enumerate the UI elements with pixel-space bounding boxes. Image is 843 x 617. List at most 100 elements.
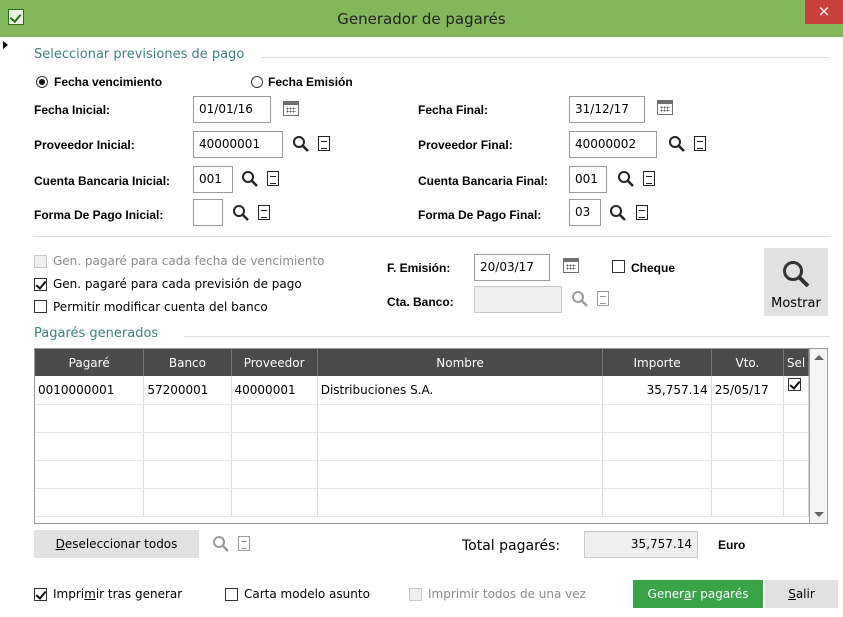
document-icon[interactable]	[643, 171, 655, 186]
document-icon[interactable]	[597, 291, 609, 306]
col-header-proveedor[interactable]: Proveedor	[231, 349, 318, 376]
radio-label-vencimiento[interactable]: Fecha vencimiento	[54, 75, 162, 89]
document-icon[interactable]	[258, 205, 270, 220]
section-title-previsiones: Seleccionar previsiones de pago	[34, 47, 245, 62]
radio-label-emision[interactable]: Fecha Emisión	[268, 75, 353, 89]
proveedor-inicial-field[interactable]: 40000001	[193, 131, 283, 158]
salir-button[interactable]: Salir	[765, 580, 838, 608]
table-row[interactable]: 0010000001 57200001 40000001 Distribucio…	[35, 376, 809, 405]
cuenta-final-field[interactable]: 001	[569, 166, 607, 193]
calendar-icon[interactable]	[563, 258, 579, 273]
col-header-vto[interactable]: Vto.	[711, 349, 785, 376]
label-cta-banco: Cta. Banco:	[387, 295, 454, 309]
col-header-banco[interactable]: Banco	[143, 349, 232, 376]
col-header-nombre[interactable]: Nombre	[317, 349, 604, 376]
imprimir-tras-label-post: ir tras generar	[95, 587, 183, 601]
imprimir-tras-label-pre: Impri	[53, 587, 85, 601]
section-divider	[184, 336, 830, 337]
col-header-pagare[interactable]: Pagaré	[35, 349, 145, 376]
cell-sel[interactable]	[783, 376, 809, 405]
generar-label-pre: Gener	[647, 587, 685, 601]
deseleccionar-label: eseleccionar todos	[64, 537, 178, 551]
search-icon[interactable]	[241, 170, 259, 188]
search-icon[interactable]	[292, 135, 310, 153]
forma-final-field[interactable]: 03	[569, 199, 601, 226]
cell-banco[interactable]: 57200001	[143, 376, 232, 405]
generar-pagares-button[interactable]: Generar pagarés	[633, 580, 763, 608]
imprimir-tras-mnemonic: m	[84, 587, 96, 601]
label-f-emision: F. Emisión:	[387, 261, 451, 275]
document-icon[interactable]	[267, 171, 279, 186]
search-icon[interactable]	[617, 170, 635, 188]
calendar-icon[interactable]	[657, 100, 673, 115]
label-cuenta-final: Cuenta Bancaria Final:	[418, 174, 549, 188]
col-header-importe[interactable]: Importe	[602, 349, 712, 376]
imprimir-todos-label[interactable]: Imprimir todos de una vez	[428, 587, 586, 601]
cell-importe[interactable]: 35,757.14	[602, 376, 712, 405]
cell-nombre[interactable]: Distribuciones S.A.	[317, 376, 604, 405]
proveedor-final-field[interactable]: 40000002	[569, 131, 657, 158]
imprimir-todos-checkbox[interactable]	[409, 588, 422, 601]
deseleccionar-todos-button[interactable]: Deseleccionar todos	[34, 530, 199, 558]
f-emision-field[interactable]: 20/03/17	[474, 254, 550, 281]
radio-fecha-emision[interactable]	[251, 76, 263, 88]
search-icon[interactable]	[668, 135, 686, 153]
radio-fecha-vencimiento[interactable]	[36, 76, 48, 88]
currency-label: Euro	[718, 538, 746, 552]
total-field: 35,757.14	[584, 531, 698, 558]
gen-fecha-label[interactable]: Gen. pagaré para cada fecha de vencimien…	[53, 254, 324, 268]
gen-fecha-checkbox[interactable]	[34, 255, 47, 268]
gen-prevision-checkbox[interactable]	[34, 278, 47, 291]
scroll-up-icon[interactable]	[814, 355, 824, 360]
label-cuenta-inicial: Cuenta Bancaria Inicial:	[34, 174, 171, 188]
section-title-pagares: Pagarés generados	[34, 326, 159, 341]
deseleccionar-mnemonic: D	[55, 537, 65, 551]
cheque-checkbox[interactable]	[612, 260, 625, 273]
mostrar-button[interactable]: Mostrar	[764, 248, 828, 316]
mostrar-label: Mostrar	[771, 296, 821, 311]
scroll-down-icon[interactable]	[814, 512, 824, 517]
label-proveedor-final: Proveedor Final:	[418, 138, 513, 152]
imprimir-tras-checkbox[interactable]	[34, 588, 47, 601]
pagares-table-container: Pagaré Banco Proveedor Nombre Importe Vt…	[34, 348, 810, 524]
cell-pagare[interactable]: 0010000001	[35, 376, 145, 405]
table-row[interactable]	[35, 404, 809, 433]
pagares-table: Pagaré Banco Proveedor Nombre Importe Vt…	[35, 349, 809, 517]
calendar-icon[interactable]	[283, 101, 299, 116]
cuenta-inicial-field[interactable]: 001	[193, 166, 233, 193]
permitir-label[interactable]: Permitir modificar cuenta del banco	[53, 300, 268, 314]
search-icon[interactable]	[609, 204, 627, 222]
document-icon[interactable]	[636, 205, 648, 220]
document-icon[interactable]	[694, 136, 706, 151]
gen-prevision-label[interactable]: Gen. pagaré para cada previsión de pago	[53, 277, 302, 291]
generar-label-post: r pagarés	[691, 587, 749, 601]
search-icon[interactable]	[232, 204, 250, 222]
sel-checkbox[interactable]	[788, 378, 802, 391]
label-forma-final: Forma De Pago Final:	[418, 208, 542, 222]
window-title: Generador de pagarés	[337, 10, 506, 28]
forma-inicial-field[interactable]	[193, 199, 223, 226]
label-proveedor-inicial: Proveedor Inicial:	[34, 138, 135, 152]
carta-checkbox[interactable]	[225, 588, 238, 601]
total-label: Total pagarés:	[462, 538, 561, 554]
cell-proveedor[interactable]: 40000001	[231, 376, 318, 405]
document-icon[interactable]	[318, 136, 330, 151]
cta-banco-field[interactable]	[474, 286, 562, 313]
search-icon[interactable]	[212, 535, 230, 553]
fecha-final-field[interactable]: 31/12/17	[569, 96, 645, 123]
permitir-checkbox[interactable]	[34, 300, 47, 313]
document-icon[interactable]	[238, 536, 250, 551]
imprimir-tras-label[interactable]: Imprimir tras generar	[53, 587, 182, 601]
table-scrollbar[interactable]	[810, 348, 828, 524]
fecha-inicial-field[interactable]: 01/01/16	[193, 96, 271, 123]
table-row[interactable]	[35, 460, 809, 489]
table-row[interactable]	[35, 432, 809, 461]
close-button[interactable]: ×	[805, 0, 843, 24]
search-icon[interactable]	[571, 290, 589, 308]
table-row[interactable]	[35, 488, 809, 517]
cheque-label[interactable]: Cheque	[631, 261, 675, 275]
title-bar: Generador de pagarés ×	[0, 0, 843, 37]
carta-label[interactable]: Carta modelo asunto	[244, 587, 370, 601]
cell-vto[interactable]: 25/05/17	[711, 376, 785, 405]
col-header-sel[interactable]: Sel	[783, 349, 809, 376]
